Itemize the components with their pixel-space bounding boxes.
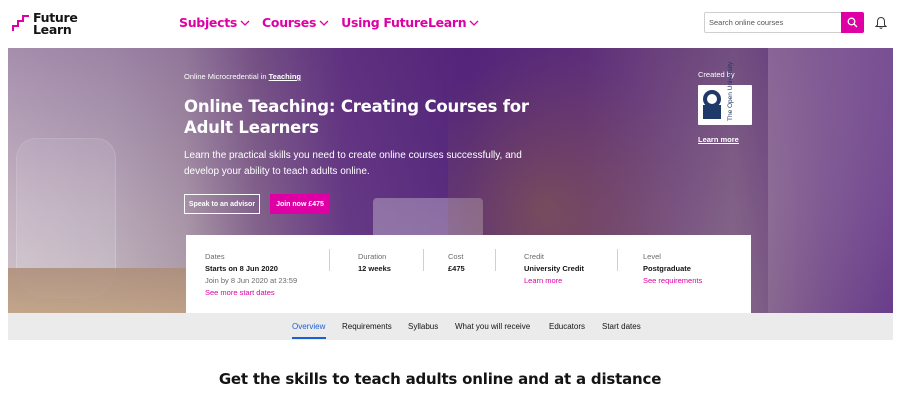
- cost-label: Cost: [448, 252, 464, 261]
- breadcrumb-link-teaching[interactable]: Teaching: [269, 72, 301, 81]
- duration-value: 12 weeks: [358, 264, 391, 273]
- info-duration: Duration 12 weeks: [358, 251, 391, 275]
- breadcrumb: Online Microcredential in Teaching: [184, 72, 301, 81]
- course-info-card: Dates Starts on 8 Jun 2020 Join by 8 Jun…: [186, 235, 751, 313]
- logo-stairs-icon: [12, 15, 29, 31]
- main-nav: Subjects Courses Using FutureLearn: [179, 15, 491, 30]
- info-dates: Dates Starts on 8 Jun 2020 Join by 8 Jun…: [205, 251, 297, 299]
- breadcrumb-prefix: Online Microcredential in: [184, 72, 267, 81]
- partner-learn-more-link[interactable]: Learn more: [698, 135, 739, 144]
- join-now-button[interactable]: Join now £475: [270, 194, 330, 214]
- info-cost: Cost £475: [448, 251, 465, 275]
- see-more-start-dates-link[interactable]: See more start dates: [205, 287, 297, 299]
- course-description: Learn the practical skills you need to c…: [184, 150, 522, 177]
- search-box: [704, 12, 864, 33]
- info-divider: [329, 249, 330, 271]
- level-value: Postgraduate: [643, 264, 691, 273]
- credit-label: Credit: [524, 252, 545, 261]
- search-icon: [847, 17, 858, 28]
- credit-learn-more-link[interactable]: Learn more: [524, 275, 584, 287]
- search-input[interactable]: [705, 13, 842, 32]
- info-divider: [617, 249, 618, 271]
- level-label: Level: [643, 252, 661, 261]
- logo-line-2: Learn: [33, 22, 72, 37]
- site-header: Future Learn Subjects Courses Using Futu…: [0, 0, 900, 48]
- dates-value: Starts on 8 Jun 2020: [205, 264, 278, 273]
- nav-subjects[interactable]: Subjects: [179, 15, 250, 30]
- ou-logo-base: [703, 105, 721, 119]
- ou-logo-dot: [707, 94, 717, 104]
- duration-label: Duration: [358, 252, 387, 261]
- open-university-logo[interactable]: The Open University: [698, 62, 752, 125]
- logo-text: Future Learn: [33, 11, 78, 37]
- futurelearn-logo[interactable]: Future Learn: [12, 11, 82, 38]
- info-divider: [423, 249, 424, 271]
- chevron-down-icon: [319, 20, 329, 26]
- chevron-down-icon: [240, 20, 250, 26]
- tab-syllabus[interactable]: Syllabus: [408, 322, 438, 331]
- info-credit: Credit University Credit Learn more: [524, 251, 584, 287]
- tab-educators[interactable]: Educators: [549, 322, 585, 331]
- credit-value: University Credit: [524, 264, 585, 273]
- nav-using-futurelearn[interactable]: Using FutureLearn: [341, 15, 479, 30]
- course-title: Online Teaching: Creating Courses for Ad…: [184, 97, 529, 137]
- nav-courses[interactable]: Courses: [262, 15, 329, 30]
- nav-subjects-label: Subjects: [179, 15, 238, 30]
- tab-start-dates[interactable]: Start dates: [602, 322, 641, 331]
- see-requirements-link[interactable]: See requirements: [643, 275, 702, 287]
- cost-value: £475: [448, 264, 465, 273]
- tab-what-you-will-receive[interactable]: What you will receive: [455, 322, 530, 331]
- dates-label: Dates: [205, 252, 225, 261]
- tab-overview[interactable]: Overview: [292, 322, 325, 331]
- active-tab-indicator: [292, 337, 326, 339]
- section-heading: Get the skills to teach adults online an…: [218, 370, 662, 388]
- nav-using-label: Using FutureLearn: [341, 15, 467, 30]
- chevron-down-icon: [469, 20, 479, 26]
- speak-to-advisor-button[interactable]: Speak to an advisor: [184, 194, 260, 214]
- tab-requirements[interactable]: Requirements: [342, 322, 392, 331]
- search-button[interactable]: [841, 12, 864, 33]
- info-divider: [495, 249, 496, 271]
- dates-join-by: Join by 8 Jun 2020 at 23:59: [205, 276, 298, 285]
- bell-icon[interactable]: [875, 16, 887, 30]
- ou-logo-text: The Open University: [727, 61, 734, 121]
- info-level: Level Postgraduate See requirements: [643, 251, 702, 287]
- nav-courses-label: Courses: [262, 15, 317, 30]
- course-tabs: Overview Requirements Syllabus What you …: [8, 313, 893, 340]
